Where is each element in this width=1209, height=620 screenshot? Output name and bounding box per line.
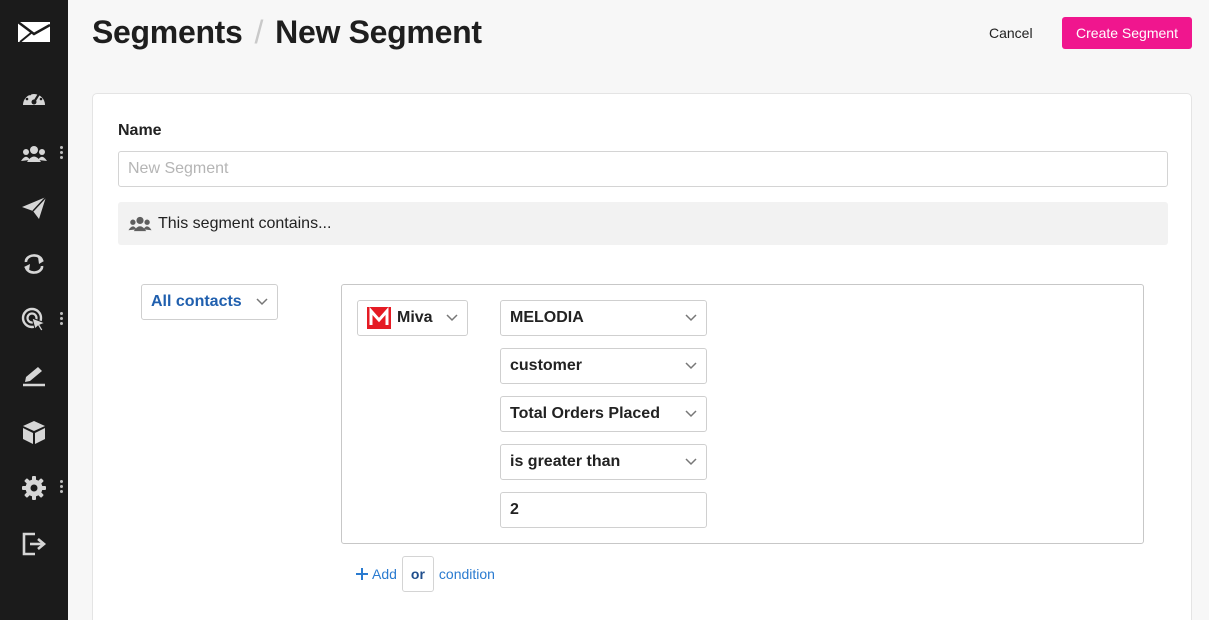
sidebar-item-automations[interactable] [0, 244, 68, 284]
miva-logo-icon [367, 307, 391, 329]
app-logo[interactable] [0, 12, 68, 52]
page-title: Segments / New Segment [92, 14, 482, 51]
chevron-down-icon [256, 298, 268, 306]
chevron-down-icon [685, 314, 697, 322]
segment-contains-banner: This segment contains... [118, 202, 1168, 245]
source-value: Miva [397, 309, 433, 326]
dashboard-gauge-icon [23, 91, 45, 105]
signup-form-icon [23, 367, 45, 387]
tracking-menu-icon[interactable] [60, 312, 64, 328]
paper-plane-icon [22, 196, 47, 219]
operator-value: is greater than [510, 453, 621, 470]
sign-out-icon [22, 532, 47, 556]
source-dropdown[interactable]: Miva [357, 300, 468, 336]
condition-value-input[interactable]: 2 [500, 492, 707, 528]
contacts-icon [21, 146, 47, 162]
object-value: customer [510, 357, 583, 374]
settings-gear-icon [22, 476, 46, 500]
breadcrumb-parent[interactable]: Segments [92, 14, 243, 51]
chevron-down-icon [685, 458, 697, 466]
or-toggle-button[interactable]: or [401, 556, 434, 592]
sidebar-item-dashboard[interactable] [0, 78, 68, 118]
chevron-down-icon [685, 410, 697, 418]
sidebar [0, 0, 68, 620]
chevron-down-icon [446, 314, 458, 322]
plus-icon [355, 567, 369, 581]
envelope-logo-icon [17, 21, 51, 43]
sidebar-item-settings[interactable] [0, 468, 68, 508]
condition-link[interactable]: condition [439, 566, 495, 582]
field-value: Total Orders Placed [510, 405, 660, 422]
contacts-menu-icon[interactable] [60, 146, 64, 162]
segment-form-card: Name This segment contains... All contac… [92, 93, 1192, 620]
segment-contains-text: This segment contains... [158, 214, 332, 232]
name-label: Name [118, 122, 162, 139]
add-condition-link[interactable]: Add [355, 566, 397, 582]
object-dropdown[interactable]: customer [500, 348, 707, 384]
match-selector-value: All contacts [151, 293, 242, 310]
segment-name-input[interactable] [118, 151, 1168, 187]
sidebar-item-campaigns[interactable] [0, 188, 68, 228]
contacts-group-icon [128, 216, 152, 232]
breadcrumb-separator: / [254, 14, 264, 50]
store-value: MELODIA [510, 309, 584, 326]
add-label: Add [372, 566, 397, 582]
chevron-down-icon [685, 362, 697, 370]
sidebar-item-forms[interactable] [0, 356, 68, 396]
sidebar-item-contacts[interactable] [0, 134, 68, 174]
sidebar-item-tracking[interactable] [0, 300, 68, 340]
cancel-button[interactable]: Cancel [976, 17, 1046, 49]
condition-group: Miva MELODIA customer Total Orders Place… [341, 284, 1144, 544]
target-cursor-icon [21, 307, 47, 332]
create-segment-button[interactable]: Create Segment [1062, 17, 1192, 49]
automation-loop-icon [24, 254, 44, 274]
integrations-box-icon [23, 421, 45, 444]
store-dropdown[interactable]: MELODIA [500, 300, 707, 336]
field-dropdown[interactable]: Total Orders Placed [500, 396, 707, 432]
match-selector-dropdown[interactable]: All contacts [141, 284, 278, 320]
breadcrumb-current: New Segment [275, 14, 482, 50]
add-condition-row: Add or condition [355, 556, 495, 592]
sidebar-item-sign-out[interactable] [0, 524, 68, 564]
operator-dropdown[interactable]: is greater than [500, 444, 707, 480]
settings-menu-icon[interactable] [60, 480, 64, 496]
sidebar-item-integrations[interactable] [0, 412, 68, 452]
